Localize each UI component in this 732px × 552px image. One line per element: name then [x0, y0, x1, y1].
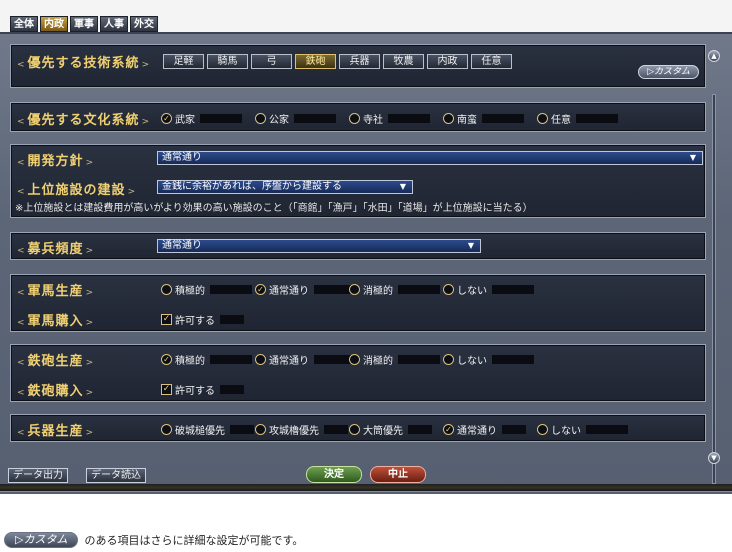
- weapon-option-cannon[interactable]: 大筒優先: [349, 422, 432, 437]
- tech-options: 足軽 騎馬 弓 鉄砲 兵器 牧農 内政 任意: [163, 54, 512, 69]
- radio-icon: [349, 284, 360, 295]
- import-button[interactable]: データ読込: [86, 468, 146, 483]
- culture-option-kuge[interactable]: 公家: [255, 111, 336, 126]
- chevron-down-icon: ▼: [467, 241, 474, 250]
- radio-icon: [255, 354, 266, 365]
- recruit-panel: < 募兵頻度 > 通常通り ▼: [10, 232, 706, 260]
- horse-prod-option-passive[interactable]: 消極的: [349, 282, 440, 297]
- dev-dropdown[interactable]: 通常通り ▼: [157, 151, 703, 165]
- culture-panel: < 優先する文化系統 > ✓ 武家 公家 寺社 南蛮 任意: [10, 102, 706, 132]
- gun-prod-option-none[interactable]: しない: [443, 352, 534, 367]
- gun-panel: < 鉄砲生産 > ✓ 積極的 通常通り 消極的 しない < 鉄砲購入 > ✓ 許可する: [10, 344, 706, 402]
- gun-buy-checkbox[interactable]: ✓ 許可する: [161, 382, 244, 397]
- radio-checked-icon: ✓: [443, 424, 454, 435]
- gun-buy-label: < 鉄砲購入 >: [17, 384, 95, 399]
- radio-icon: [349, 113, 360, 124]
- tech-option-teppo[interactable]: 鉄砲: [295, 54, 336, 69]
- help-caption: ▷カスタム のある項目はさらに詳細な設定が可能です。: [4, 532, 303, 548]
- radio-checked-icon: ✓: [161, 354, 172, 365]
- tab-domestic[interactable]: 内政: [40, 16, 68, 32]
- scrollbar-track[interactable]: [712, 94, 716, 484]
- tech-option-yumi[interactable]: 弓: [251, 54, 292, 69]
- horse-buy-label: < 軍馬購入 >: [17, 314, 95, 329]
- horse-prod-option-normal[interactable]: ✓ 通常通り: [255, 282, 356, 297]
- weapon-option-battering-ram[interactable]: 破城槌優先: [161, 422, 254, 437]
- radio-icon: [537, 113, 548, 124]
- weapon-option-siege-tower[interactable]: 攻城櫓優先: [255, 422, 348, 437]
- weapon-option-none[interactable]: しない: [537, 422, 628, 437]
- culture-label: < 優先する文化系統 >: [17, 113, 151, 128]
- upper-note: ※上位施設とは建設費用が高いがより効果の高い施設のこと（「商館」「漁戸」「水田」…: [15, 203, 533, 214]
- checkbox-checked-icon: ✓: [161, 384, 172, 395]
- radio-icon: [443, 113, 454, 124]
- upper-label: < 上位施設の建設 >: [17, 183, 137, 198]
- export-button[interactable]: データ出力: [8, 468, 68, 483]
- radio-icon: [255, 424, 266, 435]
- radio-checked-icon: ✓: [161, 113, 172, 124]
- culture-option-buke[interactable]: ✓ 武家: [161, 111, 242, 126]
- scroll-up-button[interactable]: ▲: [708, 50, 720, 62]
- horse-prod-option-active[interactable]: 積極的: [161, 282, 252, 297]
- custom-sample-button: ▷カスタム: [4, 532, 79, 548]
- radio-icon: [255, 113, 266, 124]
- weapon-option-normal[interactable]: ✓ 通常通り: [443, 422, 526, 437]
- chevron-down-icon: ▼: [689, 153, 696, 162]
- radio-checked-icon: ✓: [255, 284, 266, 295]
- radio-icon: [349, 424, 360, 435]
- recruit-dropdown[interactable]: 通常通り ▼: [157, 239, 481, 253]
- dev-label: < 開発方針 >: [17, 154, 95, 169]
- checkbox-checked-icon: ✓: [161, 314, 172, 325]
- tab-all[interactable]: 全体: [10, 16, 38, 32]
- radio-icon: [161, 284, 172, 295]
- tech-option-naisei[interactable]: 内政: [427, 54, 468, 69]
- upper-dropdown[interactable]: 金銭に余裕があれば、序盤から建設する ▼: [157, 180, 413, 194]
- top-bar: 全体 内政 軍事 人事 外交: [0, 0, 732, 34]
- radio-icon: [161, 424, 172, 435]
- tech-label: < 優先する技術系統 >: [17, 56, 151, 71]
- tab-personnel[interactable]: 人事: [100, 16, 128, 32]
- culture-option-nini[interactable]: 任意: [537, 111, 618, 126]
- tech-panel: < 優先する技術系統 > 足軽 騎馬 弓 鉄砲 兵器 牧農 内政 任意 ▷カスタム: [10, 44, 706, 88]
- cancel-button[interactable]: 中止: [370, 466, 426, 483]
- gun-prod-option-normal[interactable]: 通常通り: [255, 352, 356, 367]
- tech-option-heiki[interactable]: 兵器: [339, 54, 380, 69]
- radio-icon: [349, 354, 360, 365]
- horse-prod-label: < 軍馬生産 >: [17, 284, 95, 299]
- culture-option-nanban[interactable]: 南蛮: [443, 111, 524, 126]
- scroll-down-button[interactable]: ▼: [708, 452, 720, 464]
- custom-button[interactable]: ▷カスタム: [638, 65, 699, 79]
- chevron-down-icon: ▼: [399, 182, 406, 191]
- tab-diplomacy[interactable]: 外交: [130, 16, 158, 32]
- recruit-label: < 募兵頻度 >: [17, 242, 95, 257]
- tech-option-bokuno[interactable]: 牧農: [383, 54, 424, 69]
- tech-option-kiba[interactable]: 騎馬: [207, 54, 248, 69]
- weapon-prod-label: < 兵器生産 >: [17, 424, 95, 439]
- horse-panel: < 軍馬生産 > 積極的 ✓ 通常通り 消極的 しない < 軍馬購入 > ✓ 許可する: [10, 274, 706, 332]
- gun-prod-option-passive[interactable]: 消極的: [349, 352, 440, 367]
- radio-icon: [443, 354, 454, 365]
- caption-text: のある項目はさらに詳細な設定が可能です。: [84, 534, 304, 547]
- radio-icon: [443, 284, 454, 295]
- radio-icon: [537, 424, 548, 435]
- settings-window: < 優先する技術系統 > 足軽 騎馬 弓 鉄砲 兵器 牧農 内政 任意 ▷カスタム …: [0, 32, 732, 494]
- tab-military[interactable]: 軍事: [70, 16, 98, 32]
- ok-button[interactable]: 決定: [306, 466, 362, 483]
- horse-buy-checkbox[interactable]: ✓ 許可する: [161, 312, 244, 327]
- gun-prod-option-active[interactable]: ✓ 積極的: [161, 352, 252, 367]
- horse-prod-option-none[interactable]: しない: [443, 282, 534, 297]
- tech-option-nini[interactable]: 任意: [471, 54, 512, 69]
- development-panel: < 開発方針 > 通常通り ▼ < 上位施設の建設 > 金銭に余裕があれば、序盤から建設…: [10, 144, 706, 218]
- culture-option-jisha[interactable]: 寺社: [349, 111, 430, 126]
- gun-prod-label: < 鉄砲生産 >: [17, 354, 95, 369]
- tech-option-ashigaru[interactable]: 足軽: [163, 54, 204, 69]
- category-tabs: 全体 内政 軍事 人事 外交: [10, 16, 158, 32]
- window-bottom-border: [0, 484, 732, 492]
- weapon-panel: < 兵器生産 > 破城槌優先 攻城櫓優先 大筒優先 ✓ 通常通り しない: [10, 414, 706, 442]
